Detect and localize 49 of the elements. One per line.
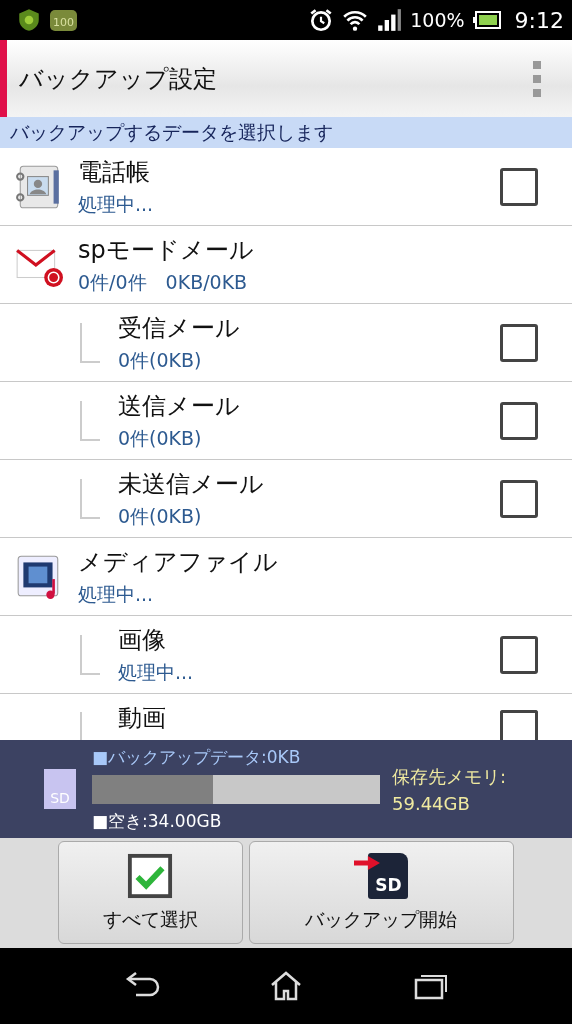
overflow-menu-icon[interactable] bbox=[532, 60, 542, 97]
tree-line bbox=[80, 322, 100, 363]
signal-icon bbox=[376, 7, 403, 33]
tree-line bbox=[80, 712, 82, 740]
tree-line bbox=[80, 400, 100, 441]
checked-box-icon bbox=[127, 852, 174, 899]
item-title: 画像 bbox=[118, 624, 167, 656]
screen-title: バックアップ設定 bbox=[19, 63, 218, 95]
clock: 9:12 bbox=[514, 7, 564, 33]
item-status: 0件/0件 0KB/0KB bbox=[78, 269, 249, 295]
battery-percentage: 100% bbox=[410, 9, 465, 31]
item-status: 0件(0KB) bbox=[118, 347, 203, 373]
item-status: 0件(0KB) bbox=[118, 425, 203, 451]
item-title: 受信メール bbox=[118, 312, 241, 344]
tree-line bbox=[80, 634, 100, 675]
item-title: 電話帳 bbox=[78, 156, 151, 188]
destination-size: 59.44GB bbox=[392, 792, 471, 814]
battery-icon bbox=[472, 11, 501, 29]
battery-app-icon: 100 bbox=[50, 9, 77, 31]
item-title: spモードメール bbox=[78, 234, 255, 266]
category-row[interactable]: spモードメール 0件/0件 0KB/0KB bbox=[0, 226, 572, 304]
item-status: 処理中... bbox=[78, 191, 155, 217]
item-title: メディアファイル bbox=[78, 546, 279, 578]
item-title: 動画 bbox=[118, 703, 167, 734]
shield-app-icon bbox=[16, 7, 42, 33]
backup-data-label: ■バックアップデータ:0KB bbox=[92, 745, 302, 769]
sub-item-row[interactable]: 送信メール 0件(0KB) bbox=[0, 382, 572, 460]
item-status: 0件(0KB) bbox=[118, 503, 203, 529]
sd-card-icon: SD bbox=[44, 769, 76, 809]
item-title: 送信メール bbox=[118, 390, 241, 422]
sub-item-row[interactable]: 画像 処理中... bbox=[0, 616, 572, 694]
free-space-label: ■空き:34.00GB bbox=[92, 809, 223, 833]
item-title: 未送信メール bbox=[118, 468, 265, 500]
tree-line bbox=[80, 478, 100, 519]
sub-item-row[interactable]: 受信メール 0件(0KB) bbox=[0, 304, 572, 382]
checkbox[interactable] bbox=[500, 167, 538, 206]
category-row[interactable]: メディアファイル 処理中... bbox=[0, 538, 572, 616]
checkbox[interactable] bbox=[500, 479, 538, 518]
checkbox[interactable] bbox=[500, 635, 538, 674]
sub-item-row[interactable]: 未送信メール 0件(0KB) bbox=[0, 460, 572, 538]
section-header: バックアップするデータを選択します bbox=[0, 117, 572, 148]
checkbox[interactable] bbox=[500, 323, 538, 362]
item-status: 処理中... bbox=[78, 581, 155, 607]
item-status: 処理中... bbox=[118, 659, 195, 685]
backup-start-button[interactable]: SD バックアップ開始 bbox=[248, 841, 514, 944]
destination-label: 保存先メモリ: bbox=[392, 764, 507, 789]
select-all-button[interactable]: すべて選択 bbox=[58, 841, 243, 944]
checkbox[interactable] bbox=[500, 401, 538, 440]
category-row[interactable]: 電話帳 処理中... bbox=[0, 148, 572, 226]
